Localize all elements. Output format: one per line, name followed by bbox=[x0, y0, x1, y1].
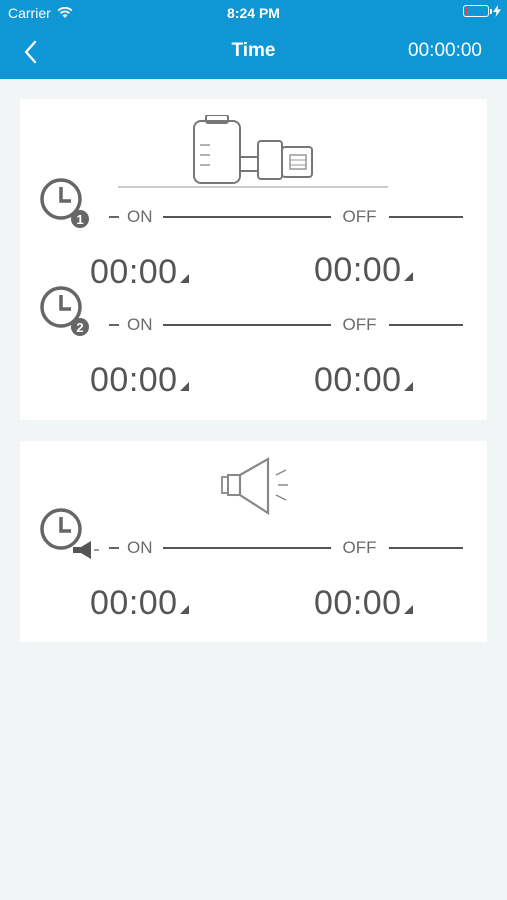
timer-1-off-time[interactable]: 00:00 bbox=[314, 251, 413, 290]
timer-2-schedule-line: ON OFF bbox=[109, 315, 463, 335]
alarm-off-label: OFF bbox=[342, 538, 377, 557]
timer-1-on-time[interactable]: 00:00 bbox=[90, 253, 189, 292]
timer-1-index: 1 bbox=[76, 212, 83, 227]
alarm-on-time[interactable]: 00:00 bbox=[90, 584, 189, 623]
battery-icon bbox=[463, 5, 492, 17]
alarm-timer-card: ON OFF 00:00 00:00 bbox=[20, 441, 487, 642]
navigation-bar: Time 00:00:00 bbox=[0, 26, 507, 79]
timer-2-on-label: ON bbox=[127, 315, 153, 334]
alarm-clock-icon bbox=[40, 508, 99, 559]
timer-1-off-label: OFF bbox=[342, 207, 377, 226]
dropdown-triangle-icon bbox=[403, 605, 413, 614]
water-pump-icon bbox=[118, 115, 388, 188]
alarm-schedule-line: ON OFF bbox=[109, 538, 463, 558]
dropdown-triangle-icon bbox=[179, 382, 189, 391]
timer-2-index: 2 bbox=[76, 320, 83, 335]
charging-bolt-icon bbox=[493, 5, 501, 17]
battery-indicator bbox=[463, 5, 501, 17]
status-bar: Carrier 8:24 PM bbox=[0, 0, 507, 26]
timer-2-off-label: OFF bbox=[342, 315, 377, 334]
status-time: 8:24 PM bbox=[227, 5, 280, 21]
dropdown-triangle-icon bbox=[403, 382, 413, 391]
timer-1-clock-icon: 1 bbox=[40, 178, 89, 228]
alarm-off-time[interactable]: 00:00 bbox=[314, 584, 413, 623]
dropdown-triangle-icon bbox=[403, 272, 413, 281]
speaker-icon bbox=[221, 457, 288, 516]
timer-2-off-time[interactable]: 00:00 bbox=[314, 361, 413, 400]
timer-2-on-time[interactable]: 00:00 bbox=[90, 361, 189, 400]
pump-timer-card: 1 ON OFF 00:00 00:00 2 ON OFF 00:00 00:0… bbox=[20, 99, 487, 420]
device-clock: 00:00:00 bbox=[408, 40, 482, 61]
timer-1-on-label: ON bbox=[127, 207, 153, 226]
dropdown-triangle-icon bbox=[179, 274, 189, 283]
alarm-on-label: ON bbox=[127, 538, 153, 557]
dropdown-triangle-icon bbox=[179, 605, 189, 614]
timer-2-clock-icon: 2 bbox=[40, 286, 89, 336]
timer-1-schedule-line: ON OFF bbox=[109, 207, 463, 227]
